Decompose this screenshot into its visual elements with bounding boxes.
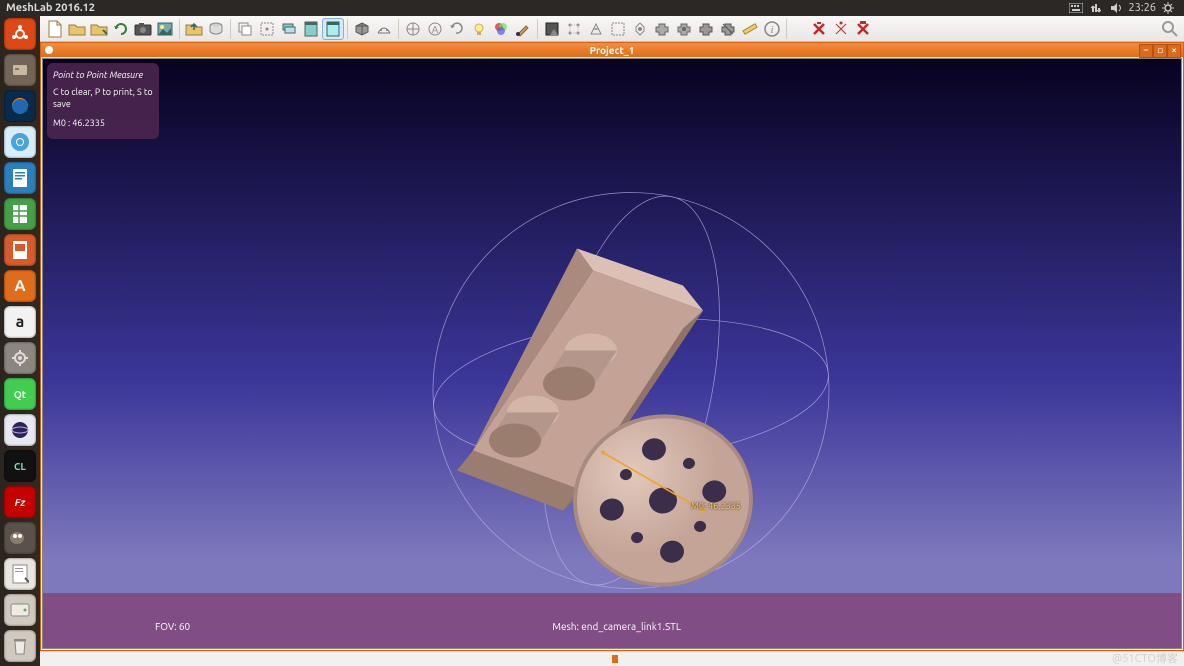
volume-icon[interactable] [1108, 0, 1124, 16]
measure-button[interactable] [739, 18, 761, 40]
main-toolbar: A i [40, 16, 1184, 42]
watermark: @51CTO博客 [1112, 650, 1178, 666]
rotate-button[interactable] [446, 18, 468, 40]
project-title: Project_1 [590, 45, 635, 56]
unity-launcher: A a Qt CL Fz [0, 16, 40, 666]
annotate-button[interactable]: A [424, 18, 446, 40]
launcher-text-editor[interactable] [4, 558, 36, 590]
plugin3-button[interactable] [695, 18, 717, 40]
launcher-software-center[interactable]: A [4, 270, 36, 302]
infobox-title: Point to Point Measure [53, 69, 153, 82]
reload-button[interactable] [110, 18, 132, 40]
status-mesh: Mesh: end_camera_link1.STL [552, 621, 681, 632]
status-left: FOV: 60 FPS: 192.3 BO_RENDERING [143, 593, 240, 648]
open-recent-button[interactable] [88, 18, 110, 40]
launcher-settings[interactable] [4, 342, 36, 374]
launcher-qt[interactable]: Qt [4, 378, 36, 410]
copy-button[interactable] [234, 18, 256, 40]
launcher-disks[interactable] [4, 594, 36, 626]
plugin4-button[interactable] [717, 18, 739, 40]
status-fov: FOV: 60 [155, 621, 228, 632]
paint-button[interactable] [512, 18, 534, 40]
launcher-trash[interactable] [4, 630, 36, 662]
layer-panel-button[interactable] [300, 18, 322, 40]
window-title: MeshLab 2016.12 [6, 2, 95, 14]
export-button[interactable] [183, 18, 205, 40]
bottom-tick[interactable] [612, 655, 618, 663]
launcher-writer[interactable] [4, 162, 36, 194]
launcher-files[interactable] [4, 54, 36, 86]
system-top-bar: MeshLab 2016.12 23:26 [0, 0, 1184, 16]
launcher-impress[interactable] [4, 234, 36, 266]
render-smooth-button[interactable] [373, 18, 395, 40]
svg-text:A: A [432, 24, 439, 35]
info-button[interactable]: i [761, 18, 783, 40]
minimize-button[interactable]: – [1139, 44, 1153, 58]
select-face-button[interactable] [541, 18, 563, 40]
viewport-container: M0: 46.2335 Point to Point Measure C to … [42, 58, 1182, 649]
launcher-calc[interactable] [4, 198, 36, 230]
select-rect-button[interactable] [607, 18, 629, 40]
launcher-filezilla[interactable]: Fz [4, 486, 36, 518]
render-flat-button[interactable] [351, 18, 373, 40]
lighting-button[interactable] [468, 18, 490, 40]
open-file-button[interactable] [66, 18, 88, 40]
launcher-gimp[interactable] [4, 522, 36, 554]
clock-text[interactable]: 23:26 [1128, 0, 1156, 16]
keyboard-icon[interactable] [1068, 0, 1084, 16]
project-titlebar[interactable]: Project_1 – ▫ × [41, 43, 1183, 57]
launcher-eclipse[interactable] [4, 414, 36, 446]
bottom-bar [40, 651, 1184, 666]
layers-button[interactable] [278, 18, 300, 40]
raster-button[interactable] [154, 18, 176, 40]
snapshot-button[interactable] [132, 18, 154, 40]
plugin2-button[interactable] [673, 18, 695, 40]
delete-button[interactable] [808, 18, 830, 40]
close-button[interactable]: × [1167, 44, 1181, 58]
select-vertex-button[interactable] [563, 18, 585, 40]
gear-icon[interactable] [1160, 0, 1176, 16]
measure-infobox: Point to Point Measure C to clear, P to … [47, 63, 159, 139]
status-band: FOV: 60 FPS: 192.3 BO_RENDERING Mesh: en… [43, 593, 1181, 648]
highlight-layer-button[interactable] [322, 18, 344, 40]
infobox-help: C to clear, P to print, S to save [53, 86, 153, 111]
print-button[interactable] [205, 18, 227, 40]
select-connected-button[interactable] [585, 18, 607, 40]
launcher-ubuntu-dash[interactable] [4, 18, 36, 50]
scene-svg [43, 59, 1181, 648]
launcher-amazon[interactable]: a [4, 306, 36, 338]
launcher-chromium[interactable] [4, 126, 36, 158]
3d-viewport[interactable]: M0: 46.2335 Point to Point Measure C to … [43, 59, 1181, 648]
launcher-clion[interactable]: CL [4, 450, 36, 482]
network-icon[interactable] [1088, 0, 1104, 16]
meshlab-app: A i Project_1 – ▫ × [40, 16, 1184, 666]
filter-button[interactable] [629, 18, 651, 40]
delete-vertex-button[interactable] [830, 18, 852, 40]
status-right: Mesh: end_camera_link1.STL Vertices: 2,9… [540, 593, 693, 648]
bbox-button[interactable] [256, 18, 278, 40]
color-button[interactable] [490, 18, 512, 40]
search-icon[interactable] [1160, 19, 1180, 39]
launcher-firefox[interactable] [4, 90, 36, 122]
new-file-button[interactable] [44, 18, 66, 40]
measure-label: M0: 46.2335 [691, 501, 741, 511]
plugin-button[interactable] [651, 18, 673, 40]
project-window: Project_1 – ▫ × [40, 42, 1184, 651]
infobox-measure: M0 : 46.2335 [53, 117, 153, 130]
project-icon [43, 44, 55, 56]
delete-face-button[interactable] [852, 18, 874, 40]
svg-text:i: i [770, 24, 773, 36]
maximize-button[interactable]: ▫ [1153, 44, 1167, 58]
trackball-button[interactable] [402, 18, 424, 40]
